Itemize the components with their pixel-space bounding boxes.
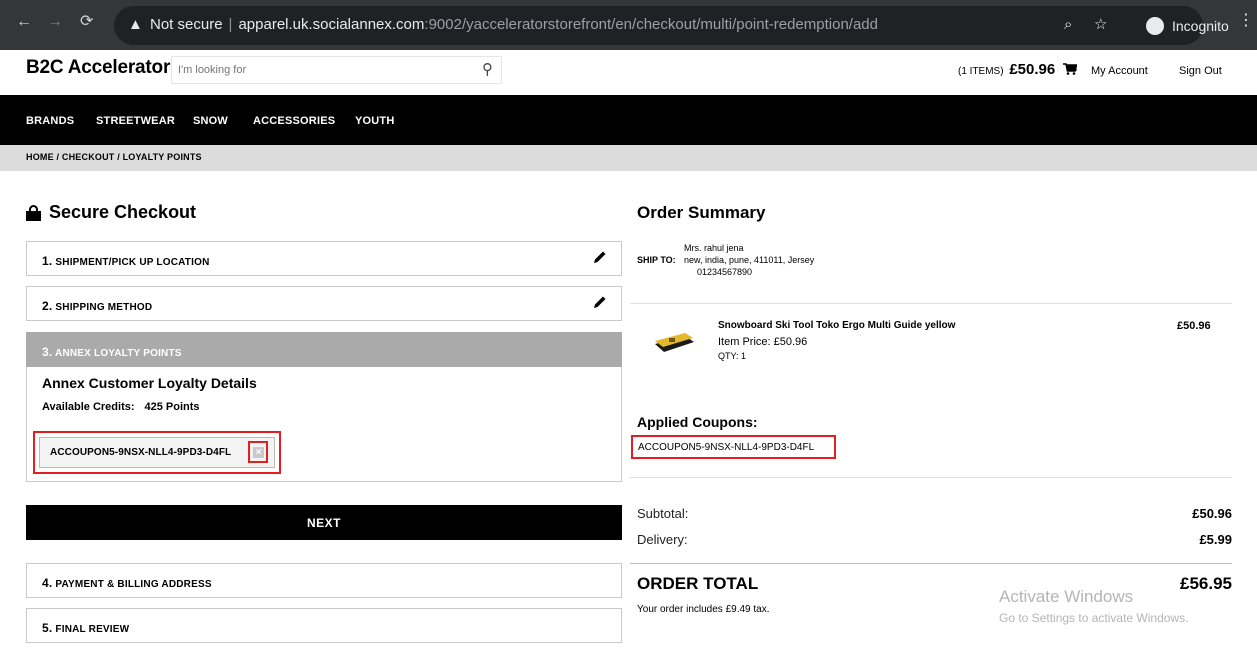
order-total-value: £56.95 (1180, 574, 1232, 593)
ship-to-name: Mrs. rahul jena (684, 243, 744, 253)
step-label: SHIPPING METHOD (55, 302, 153, 313)
nav-item-youth[interactable]: YOUTH (355, 115, 395, 127)
step-number: 1. (42, 254, 53, 268)
step-number: 4. (42, 576, 53, 590)
credits-value: 425 Points (144, 401, 200, 413)
search-input[interactable] (172, 57, 472, 83)
sign-out-link[interactable]: Sign Out (1179, 65, 1222, 77)
available-credits: Available Credits: 425 Points (42, 401, 200, 413)
breadcrumb-text[interactable]: HOME / CHECKOUT / LOYALTY POINTS (26, 152, 202, 162)
item-name[interactable]: Snowboard Ski Tool Toko Ergo Multi Guide… (718, 320, 955, 331)
forward-icon[interactable]: → (47, 13, 63, 31)
applied-coupons-title: Applied Coupons: (637, 414, 758, 430)
my-account-link[interactable]: My Account (1091, 65, 1148, 77)
coupon-code: ACCOUPON5-9NSX-NLL4-9PD3-D4FL (50, 447, 232, 458)
step-label: FINAL REVIEW (55, 624, 130, 635)
incognito-label: Incognito (1172, 17, 1229, 34)
tax-note: Your order includes £9.49 tax. (637, 604, 770, 615)
edit-pencil-icon[interactable] (593, 295, 607, 309)
cart-amount: £50.96 (1009, 61, 1056, 78)
breadcrumb: HOME / CHECKOUT / LOYALTY POINTS (0, 145, 1257, 171)
step-payment: 4. PAYMENT & BILLING ADDRESS (26, 563, 622, 598)
applied-coupon-highlight: ACCOUPON5-9NSX-NLL4-9PD3-D4FL (631, 435, 836, 459)
divider (630, 477, 1232, 478)
ship-to-street: new, india, pune, 411011, Jersey (684, 255, 815, 265)
main-nav: BRANDS STREETWEAR SNOW ACCESSORIES YOUTH (0, 95, 1257, 145)
site-header: B2C Accelerator ⚲ (1 ITEMS) £50.96 My Ac… (0, 50, 1257, 93)
lock-icon (26, 204, 41, 221)
cart-icon (1063, 63, 1078, 75)
step-number: 2. (42, 299, 53, 313)
search-box: ⚲ (171, 56, 502, 84)
bookmark-star-icon[interactable]: ☆ (1094, 16, 1107, 34)
loyalty-panel: Annex Customer Loyalty Details Available… (26, 367, 622, 482)
back-icon[interactable]: ← (16, 13, 32, 31)
delivery-value: £5.99 (1199, 532, 1232, 547)
next-button[interactable]: NEXT (26, 505, 622, 540)
order-summary-title: Order Summary (637, 203, 766, 222)
warning-icon: ▲ (128, 16, 143, 33)
browser-toolbar: ← → ⟳ ▲ Not secure | apparel.uk.socialanne… (0, 0, 1257, 50)
address-bar[interactable]: ▲ Not secure | apparel.uk.socialannex.com:… (114, 6, 1203, 45)
delivery-label: Delivery: (637, 532, 688, 547)
incognito-icon (1146, 16, 1164, 35)
nav-item-accessories[interactable]: ACCESSORIES (253, 115, 335, 127)
url-path: :9002/yacceleratorstorefront/en/checkout… (424, 16, 878, 33)
menu-kebab-icon[interactable]: ⋮ (1238, 12, 1254, 30)
step-label: PAYMENT & BILLING ADDRESS (55, 579, 212, 590)
nav-item-snow[interactable]: SNOW (193, 115, 228, 127)
ship-to-phone: 01234567890 (697, 267, 753, 277)
edit-pencil-icon[interactable] (593, 250, 607, 264)
ship-to-label: SHIP TO: (637, 255, 676, 265)
step-label: SHIPMENT/PICK UP LOCATION (55, 257, 210, 268)
site-logo[interactable]: B2C Accelerator (26, 57, 170, 79)
step-shipping-method[interactable]: 2. SHIPPING METHOD (26, 286, 622, 321)
activate-windows-subtitle: Go to Settings to activate Windows. (999, 611, 1189, 625)
divider (630, 303, 1232, 304)
applied-coupon-code: ACCOUPON5-9NSX-NLL4-9PD3-D4FL (638, 442, 815, 453)
step-shipment[interactable]: 1. SHIPMENT/PICK UP LOCATION (26, 241, 622, 276)
checkout-title: Secure Checkout (49, 202, 197, 222)
item-qty: QTY: 1 (718, 351, 747, 361)
nav-item-brands[interactable]: BRANDS (26, 115, 74, 127)
url-host: apparel.uk.socialannex.com (238, 16, 425, 33)
reload-icon[interactable]: ⟳ (80, 13, 93, 31)
credits-label: Available Credits: (42, 401, 135, 413)
step-loyalty-points: 3. ANNEX LOYALTY POINTS (26, 332, 622, 367)
coupon-highlight: ACCOUPON5-9NSX-NLL4-9PD3-D4FL × (33, 431, 281, 474)
cart-item-count: (1 ITEMS) (958, 66, 1004, 77)
step-number: 3. (42, 345, 53, 359)
checkout-heading: Secure Checkout (26, 202, 196, 223)
incognito-indicator[interactable]: Incognito (1146, 6, 1229, 45)
activate-windows-title: Activate Windows (999, 587, 1134, 606)
search-icon[interactable]: ⚲ (482, 60, 493, 78)
ship-to-address: Mrs. rahul jena new, india, pune, 411011… (684, 242, 814, 278)
subtotal-value: £50.96 (1192, 506, 1232, 521)
product-image[interactable] (651, 332, 696, 357)
step-number: 5. (42, 621, 53, 635)
subtotal-label: Subtotal: (637, 506, 689, 521)
step-label: ANNEX LOYALTY POINTS (55, 348, 182, 359)
item-total: £50.96 (1177, 320, 1211, 332)
step-final-review: 5. FINAL REVIEW (26, 608, 622, 643)
order-total-label: ORDER TOTAL (637, 574, 759, 593)
coupon-tag: ACCOUPON5-9NSX-NLL4-9PD3-D4FL × (39, 437, 275, 468)
security-label[interactable]: Not secure (150, 16, 223, 33)
divider (630, 563, 1232, 564)
loyalty-title: Annex Customer Loyalty Details (42, 375, 257, 391)
item-price: Item Price: £50.96 (718, 336, 808, 348)
nav-item-streetwear[interactable]: STREETWEAR (96, 115, 175, 127)
remove-coupon-icon[interactable]: × (253, 447, 264, 458)
mini-cart[interactable]: (1 ITEMS) £50.96 (958, 61, 1078, 78)
zoom-icon[interactable]: ⌕ (1064, 16, 1072, 34)
remove-highlight: × (248, 441, 268, 463)
